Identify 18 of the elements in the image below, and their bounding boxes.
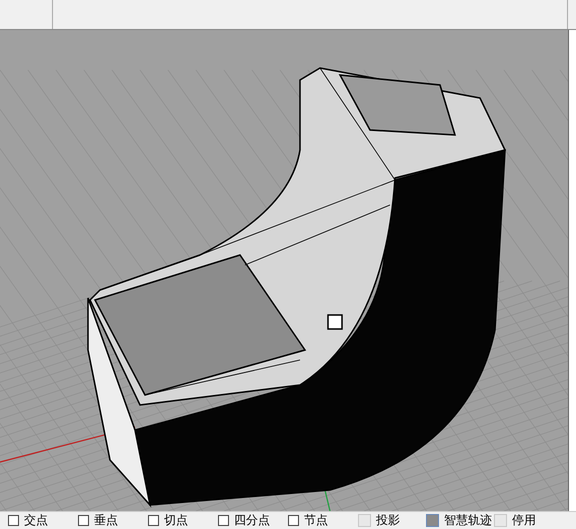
checkbox[interactable] bbox=[148, 515, 159, 526]
option-label: 垂点 bbox=[94, 512, 118, 529]
toggle-button[interactable] bbox=[358, 514, 371, 527]
option-label: 投影 bbox=[376, 512, 400, 529]
option-label: 节点 bbox=[304, 512, 328, 529]
checkbox[interactable] bbox=[8, 515, 19, 526]
viewport[interactable] bbox=[0, 30, 568, 511]
option-label: 交点 bbox=[24, 512, 48, 529]
chair-model-drawing[interactable] bbox=[87, 67, 506, 508]
option-label: 停用 bbox=[512, 512, 536, 529]
option-label: 智慧轨迹 bbox=[444, 512, 492, 529]
option-label: 四分点 bbox=[234, 512, 270, 529]
option-label: 切点 bbox=[164, 512, 188, 529]
toggle-button[interactable] bbox=[494, 514, 507, 527]
checkbox[interactable] bbox=[218, 515, 229, 526]
checkbox[interactable] bbox=[78, 515, 89, 526]
toggle-button[interactable] bbox=[426, 514, 439, 527]
checkbox[interactable] bbox=[288, 515, 299, 526]
